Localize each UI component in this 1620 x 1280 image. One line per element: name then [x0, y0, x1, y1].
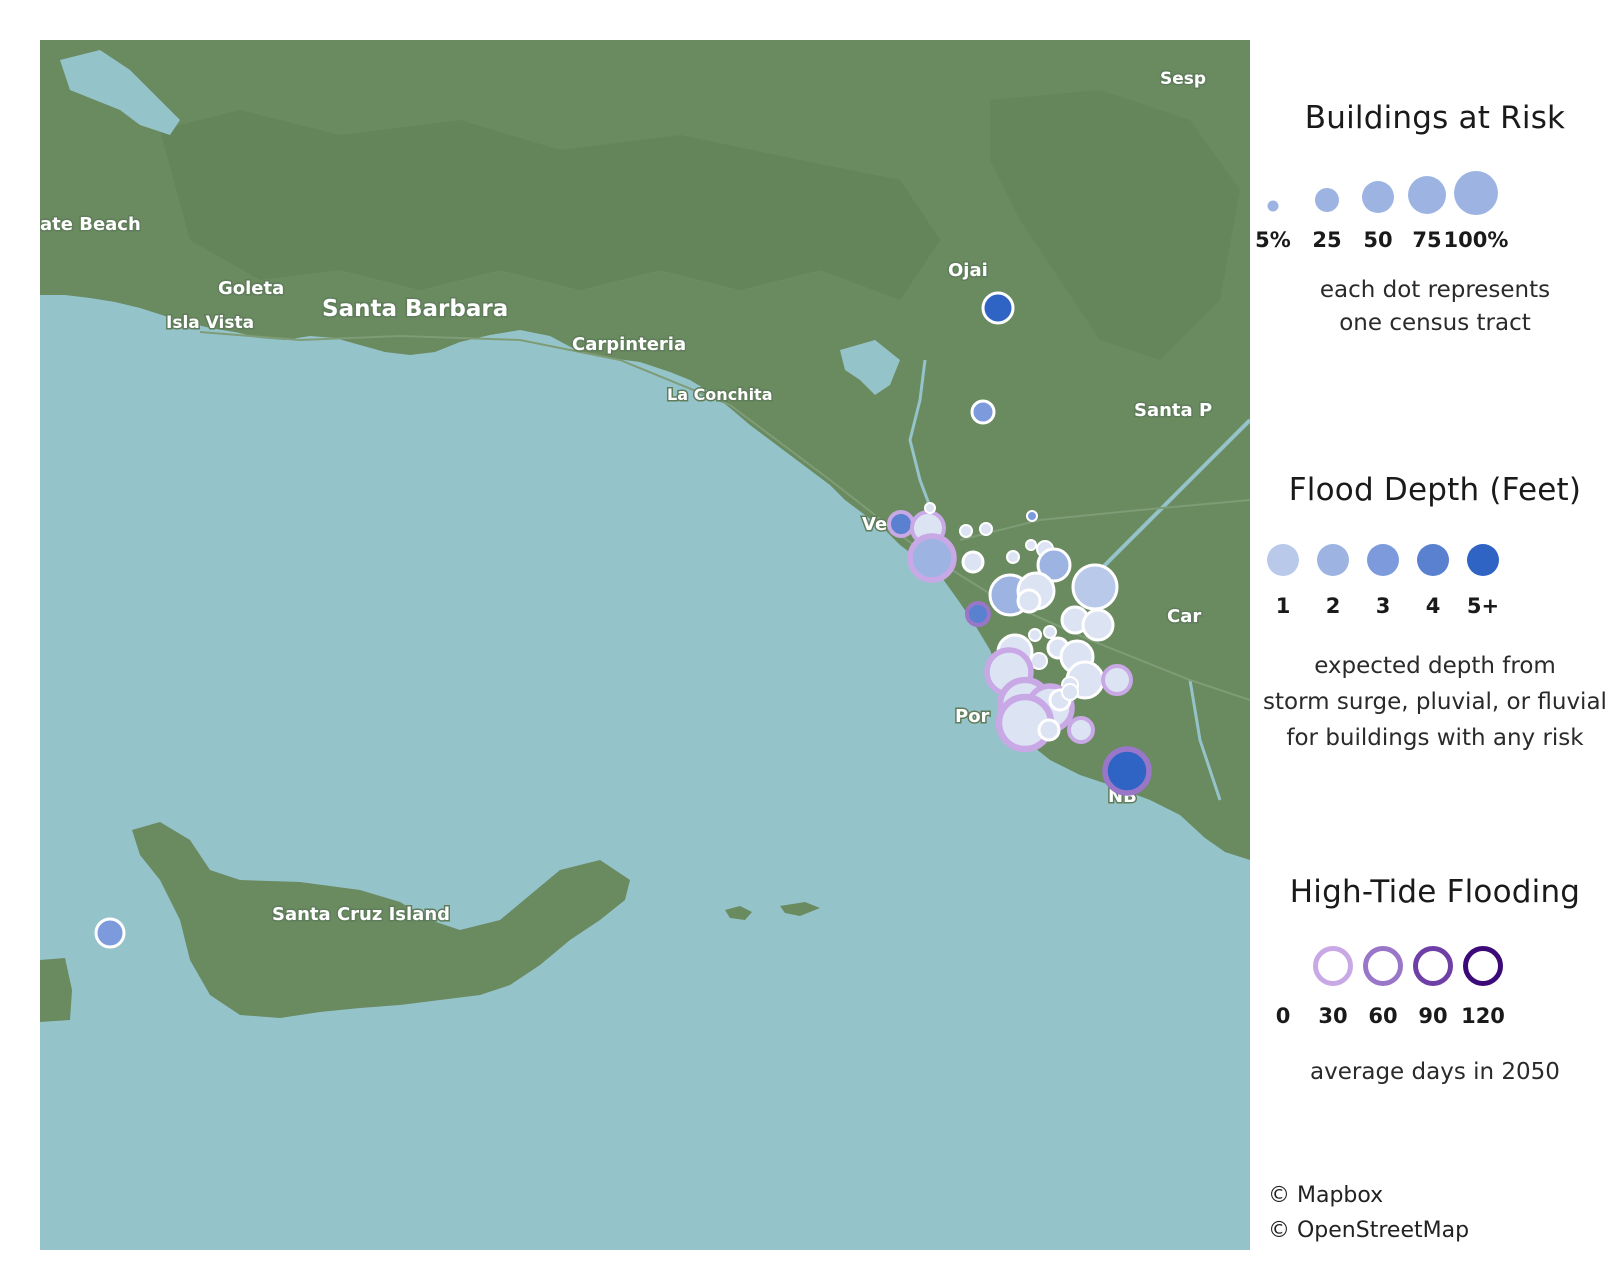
note-line: each dot represents: [1319, 277, 1551, 303]
depth-dot-2: [1317, 544, 1349, 576]
tract-circle[interactable]: [959, 524, 973, 538]
depth-dot-1: [1267, 544, 1299, 576]
legend-size-labels: 5% 25 50 75 100%: [1250, 228, 1620, 258]
tract-circle[interactable]: [1043, 625, 1057, 639]
tide-label: 30: [1318, 1004, 1348, 1028]
label-santa-cruz-island: Santa Cruz Island: [272, 904, 450, 925]
legend-tide: High-Tide Flooding 0 30 60 90 120 averag…: [1250, 874, 1620, 1089]
note-line: average days in 2050: [1310, 1059, 1560, 1085]
tide-ring-90: [1413, 946, 1453, 986]
legend-depth-title: Flood Depth (Feet): [1288, 472, 1582, 508]
legend-buildings: Buildings at Risk 5% 25 50 75 100% each …: [1250, 100, 1620, 340]
legend-depth-note: expected depth from storm surge, pluvial…: [1250, 648, 1620, 756]
size-dot-100: [1454, 171, 1498, 215]
legend-buildings-title: Buildings at Risk: [1304, 100, 1566, 136]
legend-depth-row: [1250, 530, 1620, 590]
legend-depth: Flood Depth (Feet) 1 2 3 4 5+ expected d…: [1250, 472, 1620, 756]
tide-label: 120: [1461, 1004, 1505, 1028]
tract-circle-high-tide[interactable]: [1102, 746, 1152, 796]
size-dot-5: [1267, 200, 1279, 212]
size-dot-25: [1315, 188, 1339, 212]
tide-label: 60: [1368, 1004, 1398, 1028]
label-santa-barbara: Santa Barbara: [322, 296, 508, 322]
label-la-conchita: La Conchita: [667, 385, 773, 404]
map-panel[interactable]: ate Beach Goleta Isla Vista Santa Barbar…: [40, 40, 1250, 1250]
label-car: Car: [1167, 606, 1201, 627]
legend-tide-note: average days in 2050: [1250, 1056, 1620, 1089]
size-label: 50: [1363, 228, 1393, 252]
tract-circle[interactable]: [1037, 718, 1061, 742]
depth-label: 4: [1425, 594, 1441, 618]
legend-tide-row: [1250, 936, 1620, 996]
depth-label: 2: [1325, 594, 1341, 618]
note-line: storm surge, pluvial, or fluvial: [1263, 689, 1607, 715]
tide-ring-30: [1313, 946, 1353, 986]
depth-label: 5+: [1466, 594, 1500, 618]
tide-label: 0: [1275, 1004, 1291, 1028]
credit-mapbox[interactable]: © Mapbox: [1268, 1183, 1383, 1208]
label-por: Por: [955, 706, 990, 727]
tract-circle[interactable]: [961, 550, 985, 574]
tract-circle[interactable]: [1026, 510, 1038, 522]
tract-circle[interactable]: [924, 502, 936, 514]
tract-circle[interactable]: [1071, 563, 1119, 611]
depth-label: 1: [1275, 594, 1291, 618]
tide-ring-120: [1463, 946, 1503, 986]
tract-circle[interactable]: [970, 399, 996, 425]
label-goleta: Goleta: [218, 278, 284, 299]
legend-size-row: [1250, 168, 1620, 228]
label-ojai: Ojai: [948, 260, 988, 281]
tract-circle-high-tide[interactable]: [965, 601, 991, 627]
legend-depth-labels: 1 2 3 4 5+: [1250, 594, 1620, 624]
tide-label: 90: [1418, 1004, 1448, 1028]
map-canvas[interactable]: ate Beach Goleta Isla Vista Santa Barbar…: [40, 40, 1250, 1250]
label-santa-p: Santa P: [1134, 400, 1212, 421]
tract-circle[interactable]: [981, 291, 1015, 325]
tract-circle[interactable]: [1006, 550, 1020, 564]
tract-circle-high-tide[interactable]: [1101, 664, 1133, 696]
depth-dot-3: [1367, 544, 1399, 576]
depth-dot-4: [1417, 544, 1449, 576]
tract-circle[interactable]: [979, 522, 993, 536]
tract-circle[interactable]: [1030, 652, 1048, 670]
size-label: 100%: [1443, 228, 1509, 252]
legend-buildings-note: each dot represents one census tract: [1250, 274, 1620, 340]
depth-label: 3: [1375, 594, 1391, 618]
tract-circle[interactable]: [1025, 539, 1037, 551]
label-sesp: Sesp: [1160, 69, 1206, 89]
tide-ring-60: [1363, 946, 1403, 986]
note-line: for buildings with any risk: [1286, 725, 1584, 751]
label-ve: Ve: [862, 514, 887, 535]
credit-openstreetmap[interactable]: © OpenStreetMap: [1268, 1218, 1469, 1243]
label-carpinteria: Carpinteria: [572, 334, 686, 355]
tract-circle[interactable]: [1016, 588, 1042, 614]
tract-circle-high-tide[interactable]: [1067, 716, 1095, 744]
tract-circle[interactable]: [1061, 683, 1079, 701]
size-dot-50: [1362, 181, 1394, 213]
note-line: one census tract: [1339, 310, 1531, 336]
tract-circle[interactable]: [94, 917, 126, 949]
size-label: 75: [1412, 228, 1442, 252]
tract-circle[interactable]: [1028, 628, 1042, 642]
legend-tide-labels: 0 30 60 90 120: [1250, 1004, 1620, 1034]
tract-circle[interactable]: [1081, 608, 1115, 642]
label-isla-vista: Isla Vista: [166, 313, 254, 333]
label-ate-beach: ate Beach: [40, 214, 141, 235]
size-label: 25: [1312, 228, 1342, 252]
tract-circle-high-tide[interactable]: [907, 533, 957, 583]
legend-tide-title: High-Tide Flooding: [1289, 874, 1581, 910]
note-line: expected depth from: [1314, 653, 1556, 679]
size-label: 5%: [1255, 228, 1291, 252]
depth-dot-5plus: [1467, 544, 1499, 576]
size-dot-75: [1408, 176, 1446, 214]
tract-circle-high-tide[interactable]: [887, 510, 915, 538]
